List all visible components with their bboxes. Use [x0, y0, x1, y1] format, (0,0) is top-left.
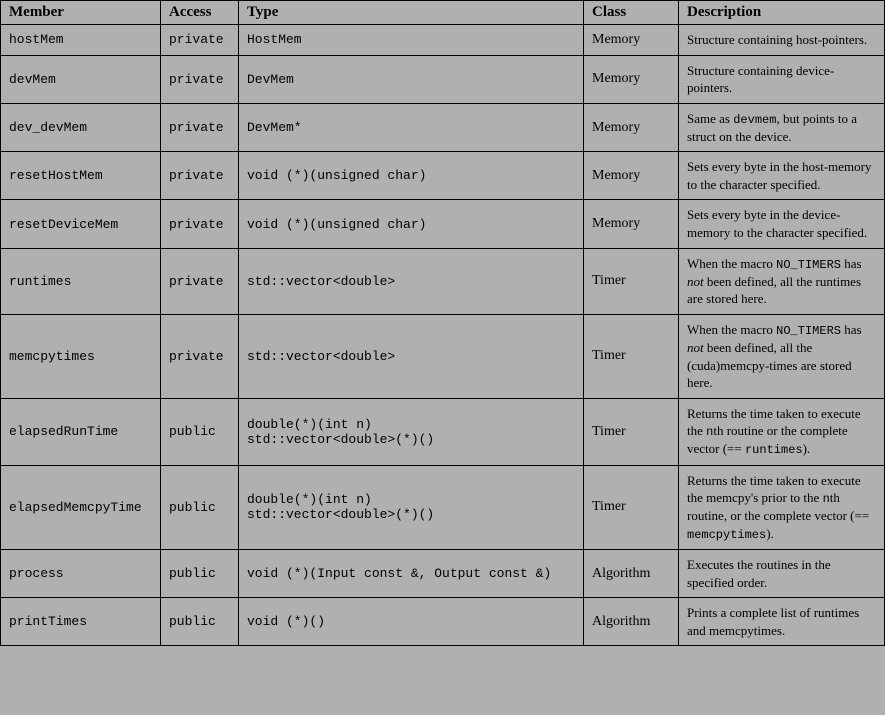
cell-type: std::vector<double>: [239, 248, 584, 314]
cell-access: public: [161, 465, 239, 549]
cell-member: printTimes: [1, 598, 161, 646]
cell-description: Structure containing host-pointers.: [679, 25, 885, 56]
table-row: resetDeviceMemprivatevoid (*)(unsigned c…: [1, 200, 885, 248]
cell-access: private: [161, 314, 239, 398]
table-row: memcpytimesprivatestd::vector<double>Tim…: [1, 314, 885, 398]
cell-class: Algorithm: [584, 598, 679, 646]
cell-type: DevMem: [239, 55, 584, 103]
cell-type: void (*)(Input const &, Output const &): [239, 550, 584, 598]
cell-class: Timer: [584, 314, 679, 398]
cell-member: resetDeviceMem: [1, 200, 161, 248]
cell-class: Algorithm: [584, 550, 679, 598]
table-row: printTimespublicvoid (*)()AlgorithmPrint…: [1, 598, 885, 646]
table-row: elapsedRunTimepublicdouble(*)(int n) std…: [1, 398, 885, 465]
header-access: Access: [161, 1, 239, 25]
cell-access: private: [161, 55, 239, 103]
cell-member: memcpytimes: [1, 314, 161, 398]
table-row: runtimesprivatestd::vector<double>TimerW…: [1, 248, 885, 314]
cell-class: Memory: [584, 25, 679, 56]
cell-description: Prints a complete list of runtimes and m…: [679, 598, 885, 646]
cell-description: When the macro NO_TIMERS has not been de…: [679, 314, 885, 398]
members-table: Member Access Type Class Description hos…: [0, 0, 885, 646]
header-description: Description: [679, 1, 885, 25]
cell-member: hostMem: [1, 25, 161, 56]
table-header-row: Member Access Type Class Description: [1, 1, 885, 25]
cell-description: When the macro NO_TIMERS has not been de…: [679, 248, 885, 314]
cell-description: Sets every byte in the host-memory to th…: [679, 152, 885, 200]
table-row: processpublicvoid (*)(Input const &, Out…: [1, 550, 885, 598]
cell-member: elapsedMemcpyTime: [1, 465, 161, 549]
header-member: Member: [1, 1, 161, 25]
cell-access: public: [161, 398, 239, 465]
table-row: dev_devMemprivateDevMem*MemorySame as de…: [1, 103, 885, 152]
cell-access: private: [161, 25, 239, 56]
cell-type: double(*)(int n) std::vector<double>(*)(…: [239, 398, 584, 465]
cell-access: private: [161, 103, 239, 152]
cell-description: Same as devmem, but points to a struct o…: [679, 103, 885, 152]
cell-class: Timer: [584, 248, 679, 314]
header-class: Class: [584, 1, 679, 25]
cell-class: Timer: [584, 465, 679, 549]
cell-type: double(*)(int n) std::vector<double>(*)(…: [239, 465, 584, 549]
cell-description: Structure containing device-pointers.: [679, 55, 885, 103]
cell-class: Memory: [584, 55, 679, 103]
cell-access: public: [161, 598, 239, 646]
cell-type: void (*)(unsigned char): [239, 200, 584, 248]
cell-class: Memory: [584, 200, 679, 248]
cell-class: Memory: [584, 152, 679, 200]
cell-description: Returns the time taken to execute the nt…: [679, 398, 885, 465]
cell-description: Executes the routines in the specified o…: [679, 550, 885, 598]
header-type: Type: [239, 1, 584, 25]
cell-type: DevMem*: [239, 103, 584, 152]
cell-class: Timer: [584, 398, 679, 465]
table-row: devMemprivateDevMemMemoryStructure conta…: [1, 55, 885, 103]
cell-access: private: [161, 248, 239, 314]
cell-member: resetHostMem: [1, 152, 161, 200]
cell-access: private: [161, 200, 239, 248]
cell-type: HostMem: [239, 25, 584, 56]
cell-member: runtimes: [1, 248, 161, 314]
cell-type: void (*)(): [239, 598, 584, 646]
cell-access: private: [161, 152, 239, 200]
table-row: resetHostMemprivatevoid (*)(unsigned cha…: [1, 152, 885, 200]
cell-member: process: [1, 550, 161, 598]
cell-access: public: [161, 550, 239, 598]
cell-member: devMem: [1, 55, 161, 103]
cell-member: dev_devMem: [1, 103, 161, 152]
cell-description: Returns the time taken to execute the me…: [679, 465, 885, 549]
cell-description: Sets every byte in the device-memory to …: [679, 200, 885, 248]
table-row: hostMemprivateHostMemMemoryStructure con…: [1, 25, 885, 56]
table-row: elapsedMemcpyTimepublicdouble(*)(int n) …: [1, 465, 885, 549]
cell-type: std::vector<double>: [239, 314, 584, 398]
cell-class: Memory: [584, 103, 679, 152]
cell-member: elapsedRunTime: [1, 398, 161, 465]
cell-type: void (*)(unsigned char): [239, 152, 584, 200]
